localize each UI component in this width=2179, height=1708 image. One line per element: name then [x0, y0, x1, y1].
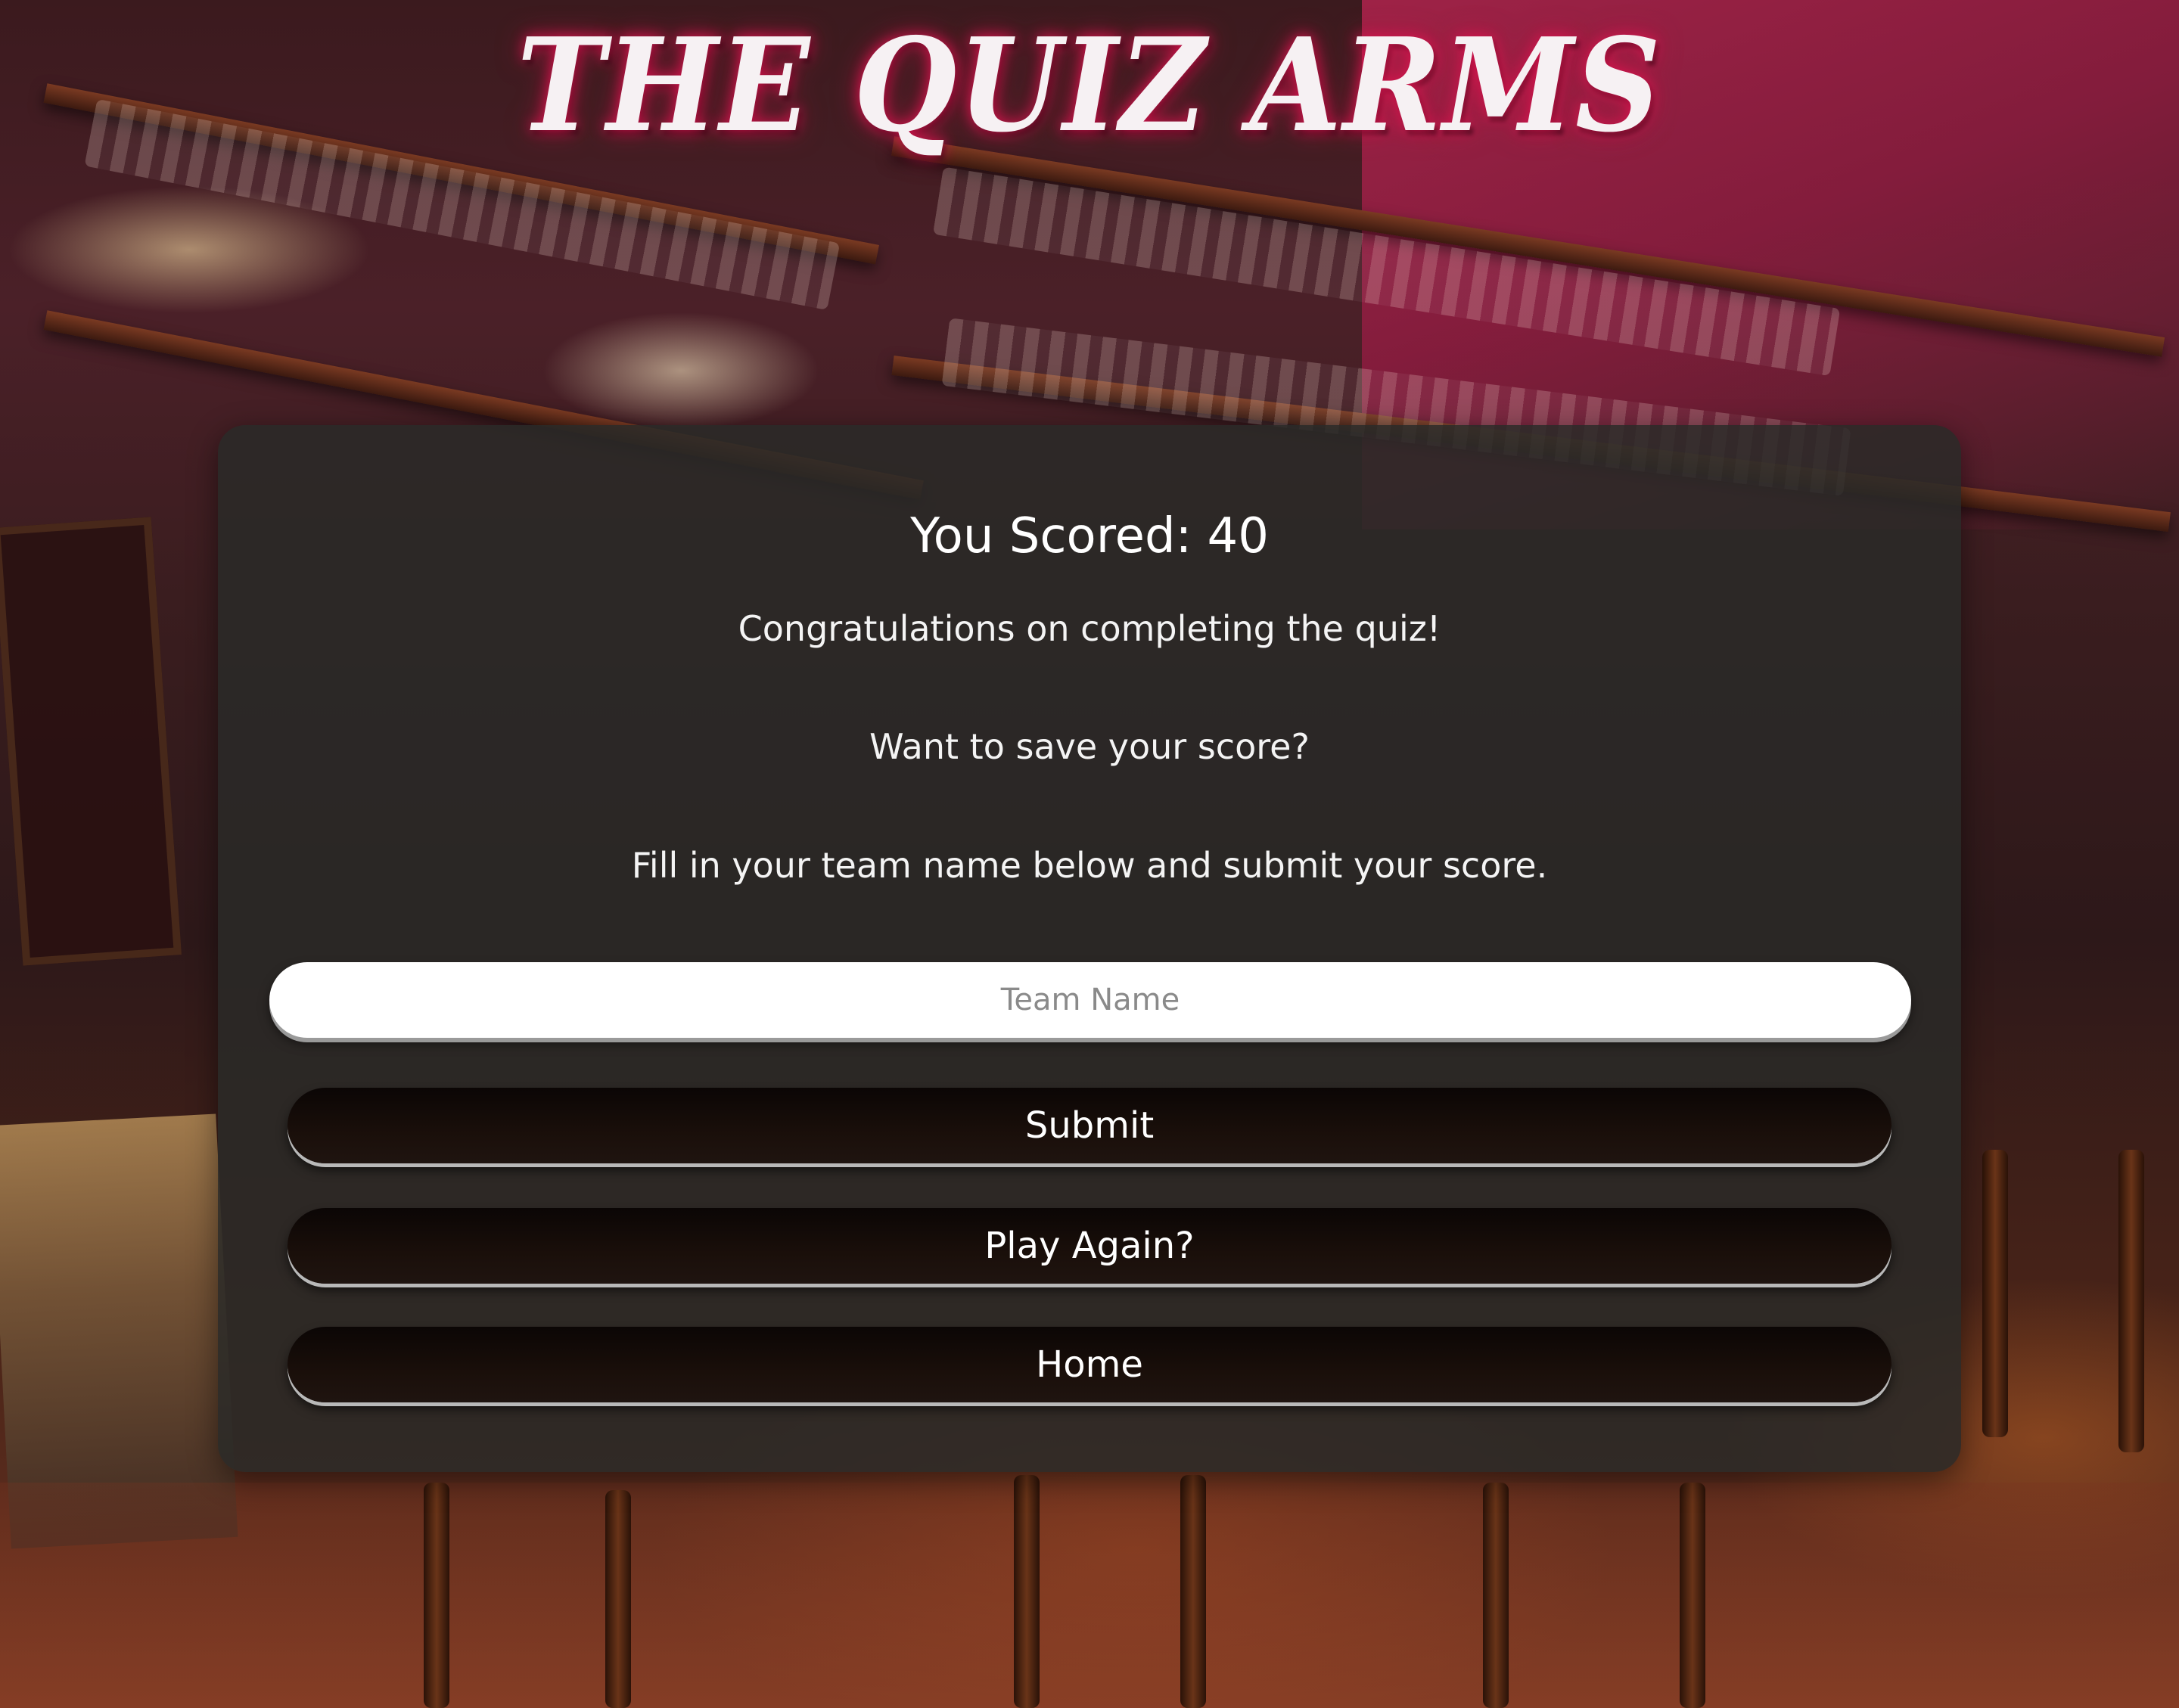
play-again-button-label: Play Again? [984, 1225, 1195, 1267]
congratulations-text: Congratulations on completing the quiz! [738, 608, 1441, 649]
score-heading: You Scored: 40 [910, 508, 1269, 564]
chalkboard-sign [0, 517, 182, 966]
bar-stool-leg [1680, 1483, 1705, 1708]
bar-stool-leg [424, 1483, 449, 1708]
bar-stool-leg [2118, 1150, 2144, 1452]
bar-stool-leg [1014, 1475, 1040, 1708]
instructions-text: Fill in your team name below and submit … [631, 845, 1548, 886]
save-score-prompt: Want to save your score? [869, 726, 1310, 767]
home-button-label: Home [1036, 1343, 1143, 1386]
submit-button-label: Submit [1024, 1104, 1155, 1147]
floor [0, 1483, 2179, 1708]
team-name-input[interactable] [269, 962, 1911, 1038]
site-title: THE QUIZ ARMS [517, 10, 1662, 161]
results-card: You Scored: 40 Congratulations on comple… [218, 425, 1961, 1472]
bar-stool-leg [605, 1490, 631, 1708]
bar-stool-leg [1483, 1483, 1509, 1708]
play-again-button[interactable]: Play Again? [288, 1208, 1891, 1284]
bar-stool-leg [1180, 1475, 1206, 1708]
submit-button[interactable]: Submit [288, 1088, 1891, 1163]
bar-stool-leg [1982, 1150, 2008, 1437]
home-button[interactable]: Home [288, 1327, 1891, 1402]
